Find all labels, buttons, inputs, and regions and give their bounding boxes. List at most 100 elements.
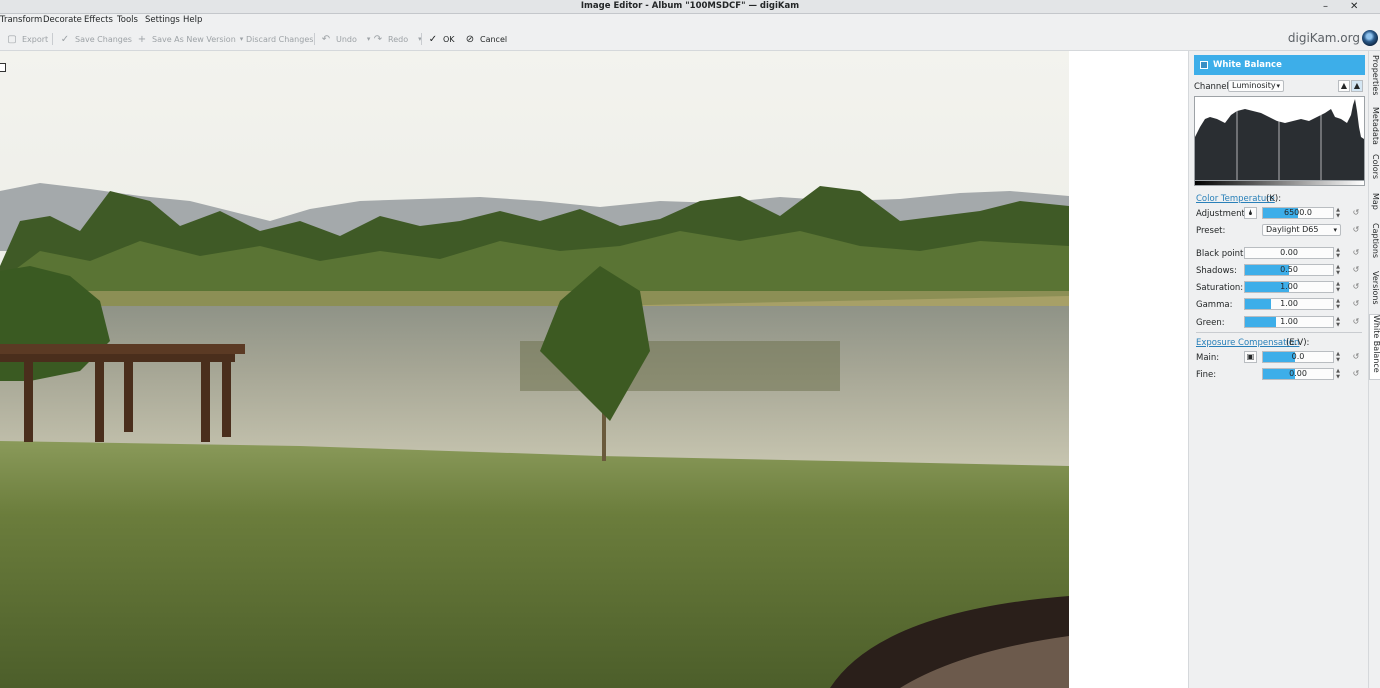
image-canvas[interactable] <box>0 51 1188 688</box>
fine-exposure-spinbox[interactable]: 0.00 ▲ ▼ <box>1262 368 1340 380</box>
adjustment-label: Adjustment: <box>1196 209 1248 219</box>
tab-map[interactable]: Map <box>1369 193 1380 219</box>
save-as-new-version-label: Save As New Version <box>152 34 236 44</box>
reset-icon[interactable]: ↺ <box>1351 208 1361 218</box>
preset-select[interactable]: Daylight D65 ▾ <box>1262 224 1341 236</box>
reset-icon[interactable]: ↺ <box>1351 352 1361 362</box>
canvas-overlay-toggle-icon[interactable] <box>0 63 6 72</box>
undo-button[interactable]: ↶ Undo ▾ <box>320 32 371 46</box>
color-temperature-link[interactable]: Color Temperature <box>1196 194 1275 204</box>
checkmark-icon: ✓ <box>60 33 70 45</box>
histogram-graph <box>1195 97 1364 180</box>
plus-icon: + <box>137 33 147 45</box>
reset-icon[interactable]: ↺ <box>1351 248 1361 258</box>
menu-decorate[interactable]: Decorate <box>43 15 82 25</box>
white-balance-icon <box>1200 61 1208 69</box>
menu-tools[interactable]: Tools <box>117 15 138 25</box>
reset-icon[interactable]: ↺ <box>1351 299 1361 309</box>
channel-label: Channel: <box>1194 82 1232 92</box>
toolbar-separator <box>421 33 422 45</box>
log-histogram-button[interactable]: ▲ <box>1351 80 1363 92</box>
black-point-spinbox[interactable]: 0.00 ▲ ▼ <box>1244 247 1340 259</box>
window-titlebar: Image Editor - Album "100MSDCF" — digiKa… <box>0 0 1380 14</box>
menu-transform[interactable]: Transform <box>0 15 42 25</box>
discard-changes-button[interactable]: Discard Changes <box>246 32 313 46</box>
spin-arrows-icon[interactable]: ▲ ▼ <box>1334 316 1342 328</box>
saturation-value: 1.00 <box>1280 282 1298 291</box>
green-value: 1.00 <box>1280 317 1298 326</box>
main-exposure-value: 0.0 <box>1291 352 1305 361</box>
canvas-background <box>1069 51 1188 688</box>
tab-versions[interactable]: Versions <box>1369 271 1380 311</box>
undo-icon: ↶ <box>321 33 331 45</box>
ok-label: OK <box>443 34 455 44</box>
saturation-spinbox[interactable]: 1.00 ▲ ▼ <box>1244 281 1340 293</box>
shadows-label: Shadows: <box>1196 266 1237 276</box>
exposure-compensation-link[interactable]: Exposure Compensation <box>1196 338 1299 348</box>
gamma-label: Gamma: <box>1196 300 1233 310</box>
digikam-logo-icon <box>1362 30 1378 46</box>
luminosity-gradient <box>1194 181 1365 186</box>
main-exposure-label: Main: <box>1196 353 1220 363</box>
auto-exposure-button[interactable]: ▣ <box>1244 351 1257 363</box>
linear-histogram-button[interactable]: ▲ <box>1338 80 1350 92</box>
redo-button[interactable]: ↷ Redo ▾ <box>372 32 422 46</box>
cancel-button[interactable]: ⊘ Cancel <box>464 32 507 46</box>
green-spinbox[interactable]: 1.00 ▲ ▼ <box>1244 316 1340 328</box>
save-as-new-version-button[interactable]: + Save As New Version ▾ <box>136 32 244 46</box>
adjustment-spinbox[interactable]: 6500.0 ▲ ▼ <box>1262 207 1340 219</box>
green-label: Green: <box>1196 318 1225 328</box>
tab-properties[interactable]: Properties <box>1369 55 1380 105</box>
chevron-down-icon[interactable]: ▾ <box>367 35 371 43</box>
channel-select[interactable]: Luminosity ▾ <box>1228 80 1284 92</box>
spin-arrows-icon[interactable]: ▲ ▼ <box>1334 298 1342 310</box>
log-scale-icon: ▲ <box>1353 81 1361 90</box>
toolbar-separator <box>52 33 53 45</box>
histogram[interactable] <box>1194 96 1365 181</box>
checkmark-icon: ✓ <box>428 33 438 45</box>
spin-arrows-icon[interactable]: ▲ ▼ <box>1334 351 1342 363</box>
tab-metadata[interactable]: Metadata <box>1369 107 1380 151</box>
photo-preview[interactable] <box>0 51 1069 688</box>
main-exposure-spinbox[interactable]: 0.0 ▲ ▼ <box>1262 351 1340 363</box>
tab-captions[interactable]: Captions <box>1369 223 1380 267</box>
shadows-spinbox[interactable]: 0.50 ▲ ▼ <box>1244 264 1340 276</box>
preset-label: Preset: <box>1196 226 1226 236</box>
reset-icon[interactable]: ↺ <box>1351 369 1361 379</box>
channel-select-value: Luminosity <box>1232 81 1276 90</box>
spin-arrows-icon[interactable]: ▲ ▼ <box>1334 264 1342 276</box>
close-button[interactable]: ✕ <box>1350 0 1358 13</box>
menu-effects[interactable]: Effects <box>84 15 113 25</box>
chevron-down-icon[interactable]: ▾ <box>240 35 244 43</box>
gamma-value: 1.00 <box>1280 299 1298 308</box>
menu-settings[interactable]: Settings <box>145 15 180 25</box>
spin-arrows-icon[interactable]: ▲ ▼ <box>1334 368 1342 380</box>
export-button[interactable]: ▢ Export <box>6 32 48 46</box>
tab-colors[interactable]: Colors <box>1369 154 1380 190</box>
menu-help[interactable]: Help <box>183 15 202 25</box>
export-label: Export <box>22 34 49 44</box>
reset-icon[interactable]: ↺ <box>1351 317 1361 327</box>
reset-icon[interactable]: ↺ <box>1351 282 1361 292</box>
export-icon: ▢ <box>7 33 17 45</box>
reset-icon[interactable]: ↺ <box>1351 225 1361 235</box>
spin-arrows-icon[interactable]: ▲ ▼ <box>1334 247 1342 259</box>
brand-link[interactable]: digiKam.org <box>1288 31 1360 45</box>
exposure-unit: (E.V): <box>1286 338 1310 348</box>
preset-select-value: Daylight D65 <box>1266 225 1319 234</box>
chevron-down-icon: ▾ <box>1333 226 1337 234</box>
pick-temperature-button[interactable]: 🌢 <box>1244 207 1257 219</box>
spin-arrows-icon[interactable]: ▲ ▼ <box>1334 207 1342 219</box>
save-changes-button[interactable]: ✓ Save Changes <box>59 32 132 46</box>
spin-arrows-icon[interactable]: ▲ ▼ <box>1334 281 1342 293</box>
fine-exposure-value: 0.00 <box>1289 369 1307 378</box>
ok-button[interactable]: ✓ OK <box>427 32 455 46</box>
minimize-button[interactable]: – <box>1323 0 1328 13</box>
reset-icon[interactable]: ↺ <box>1351 265 1361 275</box>
tool-header: White Balance <box>1194 55 1365 75</box>
tab-white-balance[interactable]: White Balance <box>1369 314 1380 380</box>
section-divider <box>1196 332 1362 333</box>
window-title: Image Editor - Album "100MSDCF" — digiKa… <box>580 1 800 11</box>
black-point-value: 0.00 <box>1280 248 1298 257</box>
gamma-spinbox[interactable]: 1.00 ▲ ▼ <box>1244 298 1340 310</box>
